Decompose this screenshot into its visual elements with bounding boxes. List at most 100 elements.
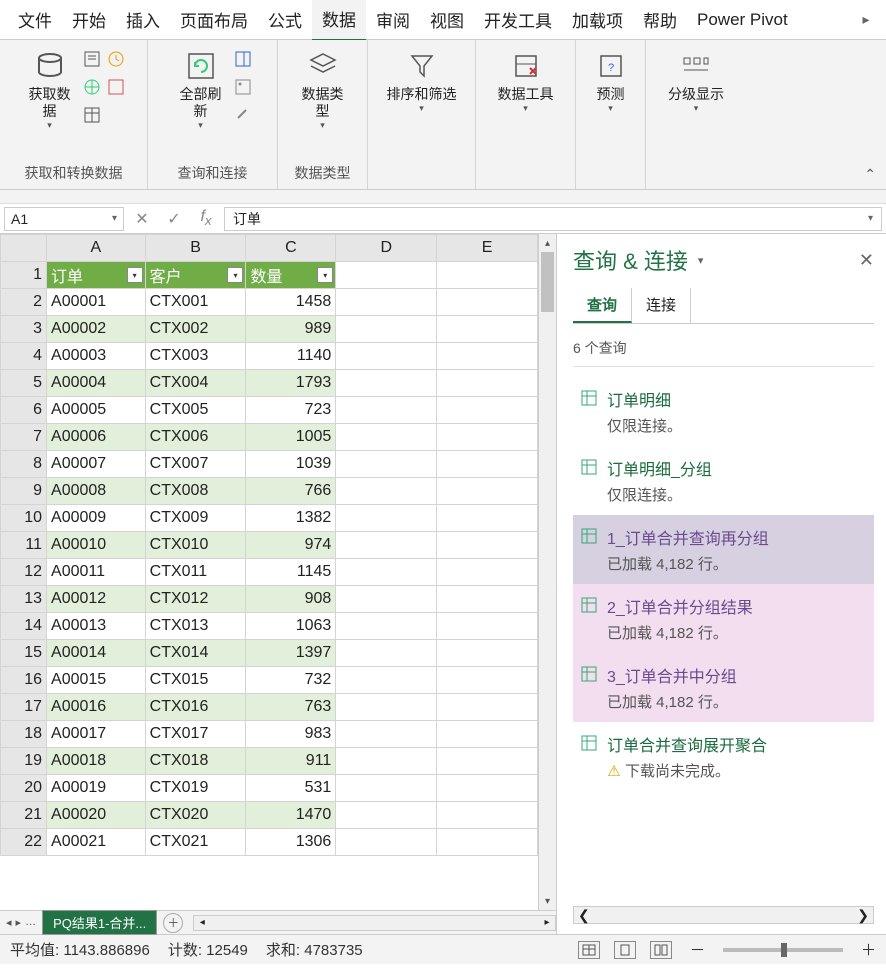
row-header[interactable]: 17	[1, 694, 47, 721]
ribbon-overflow-icon[interactable]: ▸	[854, 11, 878, 28]
query-item[interactable]: 订单合并查询展开聚合⚠下载尚未完成。	[573, 722, 874, 791]
cell[interactable]: CTX003	[145, 343, 246, 370]
table-row[interactable]: 14A00013CTX0131063	[1, 613, 538, 640]
view-page-break-button[interactable]	[650, 941, 672, 959]
ribbon-tab-6[interactable]: 审阅	[366, 0, 420, 40]
cell[interactable]: CTX008	[145, 478, 246, 505]
outline-button[interactable]: 分级显示 ▾	[654, 44, 738, 118]
cell[interactable]	[437, 370, 538, 397]
table-row[interactable]: 4A00003CTX0031140	[1, 343, 538, 370]
row-header[interactable]: 14	[1, 613, 47, 640]
row-header[interactable]: 16	[1, 667, 47, 694]
query-item[interactable]: 2_订单合并分组结果已加载 4,182 行。	[573, 584, 874, 653]
table-column-header[interactable]: 数量▾	[246, 262, 336, 289]
cell[interactable]: 531	[246, 775, 336, 802]
cell[interactable]: A00016	[47, 694, 146, 721]
table-row[interactable]: 11A00010CTX010974	[1, 532, 538, 559]
cell[interactable]	[336, 289, 437, 316]
sheet-nav-more-icon[interactable]: …	[25, 916, 36, 929]
cell[interactable]: A00007	[47, 451, 146, 478]
scroll-right-icon[interactable]: ▸	[539, 916, 555, 930]
cell[interactable]	[336, 370, 437, 397]
column-header[interactable]: D	[336, 235, 437, 262]
cell[interactable]	[336, 343, 437, 370]
cell[interactable]: 989	[246, 316, 336, 343]
cell[interactable]	[336, 478, 437, 505]
cell[interactable]: 911	[246, 748, 336, 775]
cell[interactable]	[336, 613, 437, 640]
cell[interactable]: CTX019	[145, 775, 246, 802]
ribbon-tab-11[interactable]: Power Pivot	[687, 2, 798, 38]
pane-horizontal-scrollbar[interactable]: ❮ ❯	[573, 906, 874, 924]
cell[interactable]	[437, 532, 538, 559]
row-header[interactable]: 7	[1, 424, 47, 451]
cell[interactable]: 766	[246, 478, 336, 505]
refresh-all-button[interactable]: 全部刷新 ▾	[172, 44, 230, 135]
cell[interactable]: A00012	[47, 586, 146, 613]
row-header[interactable]: 2	[1, 289, 47, 316]
cell[interactable]	[336, 451, 437, 478]
cell[interactable]: CTX020	[145, 802, 246, 829]
column-header[interactable]: A	[47, 235, 146, 262]
zoom-slider[interactable]	[723, 948, 843, 952]
ribbon-tab-0[interactable]: 文件	[8, 0, 62, 40]
table-row[interactable]: 6A00005CTX005723	[1, 397, 538, 424]
cell[interactable]: A00021	[47, 829, 146, 856]
row-header[interactable]: 9	[1, 478, 47, 505]
from-web-icon[interactable]	[81, 76, 103, 98]
cell[interactable]	[437, 802, 538, 829]
cell[interactable]	[437, 775, 538, 802]
cell[interactable]	[336, 667, 437, 694]
cancel-formula-icon[interactable]: ✕	[128, 209, 156, 229]
cell[interactable]	[336, 829, 437, 856]
sheet-tab-active[interactable]: PQ结果1-合并...	[42, 910, 157, 935]
column-header[interactable]: B	[145, 235, 246, 262]
cell[interactable]	[336, 316, 437, 343]
cell[interactable]: A00017	[47, 721, 146, 748]
cell[interactable]: 908	[246, 586, 336, 613]
cell[interactable]: 1140	[246, 343, 336, 370]
cell[interactable]: CTX007	[145, 451, 246, 478]
table-row[interactable]: 20A00019CTX019531	[1, 775, 538, 802]
cell[interactable]: A00008	[47, 478, 146, 505]
cell[interactable]	[336, 586, 437, 613]
ribbon-tab-8[interactable]: 开发工具	[474, 0, 562, 40]
table-row[interactable]: 18A00017CTX017983	[1, 721, 538, 748]
row-header[interactable]: 8	[1, 451, 47, 478]
from-text-icon[interactable]	[81, 48, 103, 70]
row-header[interactable]: 3	[1, 316, 47, 343]
cell[interactable]	[437, 289, 538, 316]
cell[interactable]: CTX006	[145, 424, 246, 451]
formula-input[interactable]: 订单 ▾	[224, 207, 882, 231]
scroll-left-icon[interactable]: ❮	[578, 907, 590, 924]
cell[interactable]: CTX016	[145, 694, 246, 721]
forecast-button[interactable]: ? 预测 ▾	[582, 44, 640, 118]
cell[interactable]	[437, 505, 538, 532]
column-header[interactable]: C	[246, 235, 336, 262]
sheet-nav-prev-icon[interactable]: ▸	[16, 916, 22, 929]
close-pane-icon[interactable]: ✕	[859, 250, 874, 271]
cell[interactable]: CTX015	[145, 667, 246, 694]
edit-links-icon[interactable]	[232, 104, 254, 126]
cell[interactable]	[437, 748, 538, 775]
cell[interactable]: 1382	[246, 505, 336, 532]
row-header[interactable]: 22	[1, 829, 47, 856]
table-row[interactable]: 1订单▾客户▾数量▾	[1, 262, 538, 289]
scroll-left-icon[interactable]: ◂	[194, 916, 210, 930]
cell[interactable]	[336, 532, 437, 559]
filter-dropdown-icon[interactable]: ▾	[127, 267, 143, 283]
ribbon-tab-1[interactable]: 开始	[62, 0, 116, 40]
cell[interactable]	[437, 694, 538, 721]
cell[interactable]: 1458	[246, 289, 336, 316]
cell[interactable]: A00013	[47, 613, 146, 640]
cell[interactable]: CTX009	[145, 505, 246, 532]
spreadsheet-grid[interactable]: ABCDE1订单▾客户▾数量▾2A00001CTX00114583A00002C…	[0, 234, 538, 856]
table-row[interactable]: 7A00006CTX0061005	[1, 424, 538, 451]
cell[interactable]: CTX012	[145, 586, 246, 613]
cell[interactable]: 1063	[246, 613, 336, 640]
cell[interactable]	[336, 748, 437, 775]
ribbon-tab-7[interactable]: 视图	[420, 0, 474, 40]
cell[interactable]: A00014	[47, 640, 146, 667]
get-data-button[interactable]: 获取数 据 ▾	[21, 44, 79, 135]
properties-icon[interactable]	[232, 76, 254, 98]
